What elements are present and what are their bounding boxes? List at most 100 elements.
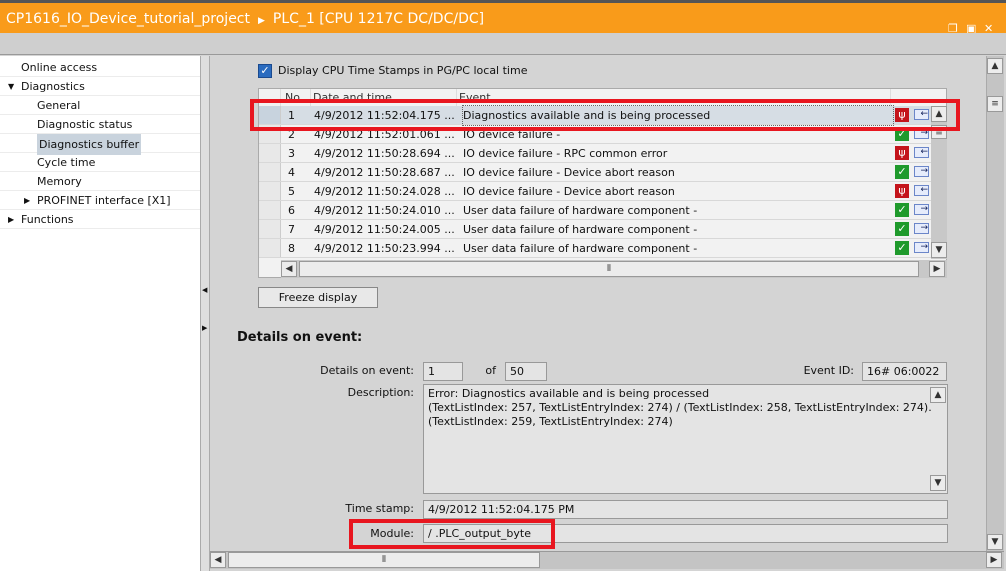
timestamp-field: 4/9/2012 11:52:04.175 PM: [423, 500, 948, 519]
row-header[interactable]: [259, 239, 281, 257]
splitter[interactable]: ◀ ▶: [200, 56, 210, 571]
status-ok-icon: ✓: [895, 203, 909, 217]
cell-no: 5: [288, 185, 295, 198]
sidebar-item-label: PROFINET interface [X1]: [37, 194, 171, 207]
main-scroll-up-icon[interactable]: ▲: [987, 58, 1003, 74]
status-ok-icon: ✓: [895, 241, 909, 255]
sidebar-item[interactable]: Diagnostic status: [0, 115, 200, 134]
expand-right-icon[interactable]: ▶: [202, 324, 207, 332]
cell-event: IO device failure - Device abort reason: [463, 185, 675, 198]
toolbar-strip: [0, 33, 1006, 55]
main-scroll-right-icon[interactable]: ▶: [986, 552, 1002, 568]
hscroll-thumb[interactable]: ⦀: [299, 261, 919, 277]
cell-no: 8: [288, 242, 295, 255]
event-outgoing-icon: →: [914, 204, 929, 215]
highlight-box-event: [250, 99, 960, 131]
sidebar-item-label: Diagnostic status: [37, 118, 133, 131]
expanded-arrow-icon[interactable]: ▼: [8, 77, 14, 96]
sidebar-item[interactable]: Cycle time: [0, 153, 200, 172]
main-vscroll[interactable]: ▲ ≡ ▼: [986, 56, 1004, 551]
event-outgoing-icon: →: [914, 242, 929, 253]
scroll-left-icon[interactable]: ◀: [281, 261, 297, 277]
event-outgoing-icon: →: [914, 166, 929, 177]
description-line: (TextListIndex: 257, TextListEntryIndex:…: [428, 401, 932, 414]
freeze-display-button[interactable]: Freeze display: [258, 287, 378, 308]
cell-no: 4: [288, 166, 295, 179]
table-row[interactable]: 8 4/9/2012 11:50:23.994 ... User data fa…: [259, 239, 931, 258]
main-scroll-left-icon[interactable]: ◀: [210, 552, 226, 568]
sidebar-nav: Online access ▼ Diagnostics General Diagnost…: [0, 56, 200, 571]
sidebar-item[interactable]: Memory: [0, 172, 200, 191]
desc-scroll-up-icon[interactable]: ▲: [930, 387, 946, 403]
cell-event: User data failure of hardware component …: [463, 204, 698, 217]
title-bar: CP1616_IO_Device_tutorial_project ▶ PLC_1 …: [0, 0, 1006, 35]
collapse-left-icon[interactable]: ◀: [202, 286, 207, 294]
status-ok-icon: ✓: [895, 165, 909, 179]
sidebar-item[interactable]: Diagnostics buffer: [0, 134, 200, 155]
main-scroll-thumb[interactable]: ≡: [987, 96, 1003, 112]
event-incoming-icon: ←: [914, 147, 929, 158]
details-heading: Details on event:: [237, 330, 363, 345]
row-header[interactable]: [259, 220, 281, 238]
sidebar-item-label: Functions: [21, 213, 74, 226]
main-hscroll[interactable]: ◀ ⦀ ▶: [210, 551, 1004, 569]
sidebar-item-label: Online access: [21, 61, 98, 74]
status-error-icon: ψ: [895, 146, 909, 160]
row-header[interactable]: [259, 163, 281, 181]
collapsed-arrow-icon[interactable]: ▶: [24, 191, 30, 210]
cell-date: 4/9/2012 11:50:28.687 ...: [314, 166, 455, 179]
main-hscroll-thumb[interactable]: ⦀: [228, 552, 540, 568]
description-field[interactable]: Error: Diagnostics available and is bein…: [423, 384, 948, 494]
table-row[interactable]: 6 4/9/2012 11:50:24.010 ... User data fa…: [259, 201, 931, 220]
event-number-field[interactable]: 1: [423, 362, 463, 381]
main-scroll-down-icon[interactable]: ▼: [987, 534, 1003, 550]
sidebar-item[interactable]: ▶ PROFINET interface [X1]: [0, 191, 200, 210]
cell-event: User data failure of hardware component …: [463, 223, 698, 236]
description-line: (TextListIndex: 259, TextListEntryIndex:…: [428, 415, 673, 428]
sidebar-item[interactable]: ▶ Functions: [0, 210, 200, 229]
table-row[interactable]: 7 4/9/2012 11:50:24.005 ... User data fa…: [259, 220, 931, 239]
scroll-right-icon[interactable]: ▶: [929, 261, 945, 277]
table-row[interactable]: 5 4/9/2012 11:50:24.028 ... IO device fa…: [259, 182, 931, 201]
table-row[interactable]: 3 4/9/2012 11:50:28.694 ... IO device fa…: [259, 144, 931, 163]
cell-date: 4/9/2012 11:50:24.028 ...: [314, 185, 455, 198]
timestamps-checkbox[interactable]: ✓: [258, 64, 272, 78]
sidebar-item-label: Memory: [37, 175, 82, 188]
event-number-label: Details on event:: [320, 364, 414, 377]
row-header[interactable]: [259, 182, 281, 200]
cell-no: 3: [288, 147, 295, 160]
event-total-field: 50: [505, 362, 547, 381]
project-name: CP1616_IO_Device_tutorial_project: [6, 11, 250, 27]
cell-date: 4/9/2012 11:50:23.994 ...: [314, 242, 455, 255]
breadcrumb-arrow-icon: ▶: [258, 16, 265, 26]
sidebar-item[interactable]: ▼ Diagnostics: [0, 77, 200, 96]
sidebar-item-label: Diagnostics: [21, 80, 85, 93]
sidebar-item[interactable]: Online access: [0, 58, 200, 77]
sidebar-item-label: General: [37, 99, 81, 112]
cell-event: IO device failure - RPC common error: [463, 147, 668, 160]
sidebar-item[interactable]: General: [0, 96, 200, 115]
status-ok-icon: ✓: [895, 222, 909, 236]
cell-event: IO device failure - Device abort reason: [463, 166, 675, 179]
sidebar-item-label: Diagnostics buffer: [37, 134, 142, 155]
of-label: of: [485, 364, 496, 377]
scroll-down-icon[interactable]: ▼: [931, 242, 947, 258]
cell-date: 4/9/2012 11:50:24.010 ...: [314, 204, 455, 217]
sidebar-item-label: Cycle time: [37, 156, 96, 169]
device-name: PLC_1 [CPU 1217C DC/DC/DC]: [272, 11, 485, 27]
cell-date: 4/9/2012 11:50:28.694 ...: [314, 147, 455, 160]
row-header[interactable]: [259, 201, 281, 219]
desc-scroll-down-icon[interactable]: ▼: [930, 475, 946, 491]
cell-event: User data failure of hardware component …: [463, 242, 698, 255]
cell-no: 6: [288, 204, 295, 217]
row-header[interactable]: [259, 144, 281, 162]
collapsed-arrow-icon[interactable]: ▶: [8, 210, 14, 229]
table-hscroll[interactable]: ◀ ⦀ ▶: [281, 260, 947, 278]
table-row[interactable]: 4 4/9/2012 11:50:28.687 ... IO device fa…: [259, 163, 931, 182]
timestamp-label: Time stamp:: [345, 502, 414, 515]
event-outgoing-icon: →: [914, 223, 929, 234]
cell-date: 4/9/2012 11:50:24.005 ...: [314, 223, 455, 236]
description-label: Description:: [347, 386, 414, 399]
event-id-label: Event ID:: [803, 364, 854, 377]
timestamps-checkbox-label: Display CPU Time Stamps in PG/PC local t…: [278, 64, 528, 77]
